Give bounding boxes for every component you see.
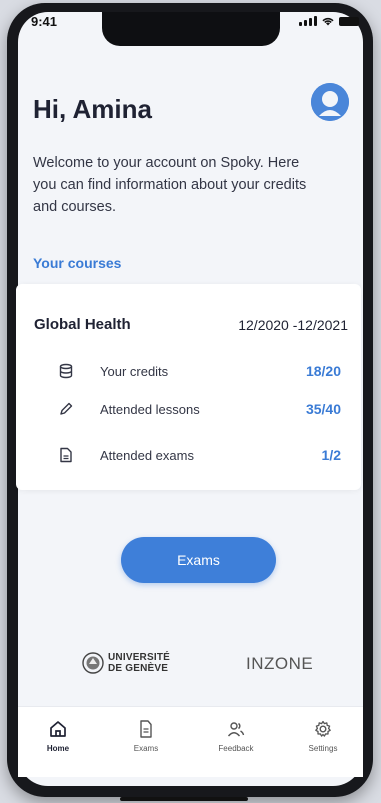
users-icon — [227, 722, 245, 737]
signal-icon — [299, 16, 317, 26]
credits-value: 18/20 — [305, 363, 341, 379]
unige-logo: UNIVERSITÉ DE GENÈVE — [82, 652, 170, 674]
exams-attended-label: Attended exams — [100, 448, 194, 463]
status-time: 9:41 — [31, 14, 58, 29]
home-indicator — [120, 797, 248, 801]
tab-exams[interactable]: Exams — [111, 719, 181, 753]
university-seal-icon — [82, 652, 104, 674]
exams-button[interactable]: Exams — [121, 537, 276, 583]
inzone-logo: INZONE — [246, 654, 314, 673]
partner-logos: UNIVERSITÉ DE GENÈVE INZONE — [0, 652, 381, 686]
unige-line1: UNIVERSITÉ — [108, 652, 171, 663]
document-icon — [58, 447, 74, 463]
your-courses-link[interactable]: Your courses — [33, 255, 121, 271]
unige-line2: DE GENÈVE — [108, 663, 169, 674]
course-dates: 12/2020 -12/2021 — [238, 317, 348, 333]
document-icon — [140, 720, 152, 738]
tab-bar: Home Exams Feedback Settings — [18, 706, 363, 777]
database-icon — [58, 363, 74, 379]
greeting-title: Hi, Amina — [33, 94, 152, 124]
tab-settings[interactable]: Settings — [288, 719, 358, 753]
notch — [102, 12, 280, 46]
user-avatar-icon — [311, 83, 349, 121]
lessons-value: 35/40 — [305, 401, 341, 417]
exams-row: Attended exams 1/2 — [58, 445, 341, 467]
tab-exams-label: Exams — [133, 744, 159, 753]
course-title: Global Health — [34, 316, 131, 333]
tab-feedback[interactable]: Feedback — [201, 719, 271, 753]
intro-text: Welcome to your account on Spoky. Here y… — [33, 155, 307, 215]
lessons-label: Attended lessons — [100, 402, 200, 417]
pencil-icon — [58, 401, 74, 417]
lessons-row: Attended lessons 35/40 — [58, 399, 341, 421]
exams-attended-value: 1/2 — [321, 447, 341, 463]
gear-icon — [315, 720, 331, 737]
status-icons — [299, 16, 359, 26]
credits-label: Your credits — [100, 364, 169, 379]
tab-home[interactable]: Home — [23, 719, 93, 753]
credits-row: Your credits 18/20 — [58, 361, 341, 383]
tab-home-label: Home — [46, 744, 70, 753]
home-icon — [50, 721, 66, 737]
tab-settings-label: Settings — [308, 744, 338, 753]
wifi-icon — [322, 17, 334, 26]
avatar[interactable] — [311, 83, 349, 121]
tab-feedback-label: Feedback — [218, 744, 254, 753]
battery-icon — [339, 17, 359, 26]
